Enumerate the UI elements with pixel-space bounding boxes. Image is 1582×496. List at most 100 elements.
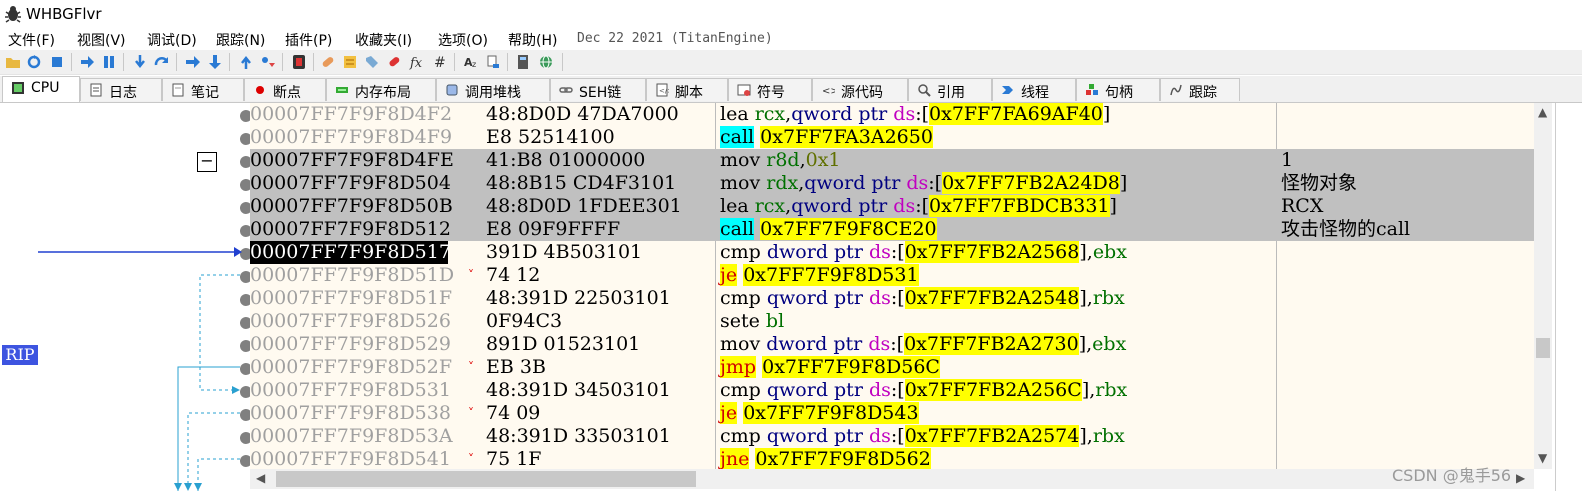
breakpoint-dot[interactable] [240, 455, 250, 467]
tab-handles[interactable]: 句柄 [1076, 78, 1160, 101]
menu-file[interactable]: 文件(F) [8, 30, 55, 50]
instruction-bytes: EB 3B [486, 356, 546, 378]
scroll-up-icon[interactable]: ▲ [1538, 105, 1547, 119]
menu-favorites[interactable]: 收藏夹(I) [355, 30, 412, 50]
tab-source[interactable]: <> 源代码 [812, 78, 908, 101]
disassembly-row[interactable]: 00007FF7F9F8D51D ˅ 74 12 je 0x7FF7F9F8D531 [250, 264, 1534, 287]
jump-indicator [468, 379, 486, 402]
disassembly-row[interactable]: 00007FF7F9F8D4F9 E8 52514100 call 0x7FF7FA… [250, 126, 1534, 149]
tab-trace[interactable]: 跟踪 [1160, 78, 1240, 101]
breakpoint-dot[interactable] [240, 248, 250, 260]
breakpoint-dot[interactable] [240, 110, 250, 122]
disassembly-row[interactable]: 00007FF7F9F8D50B 48:8D0D 1FDEE301 lea rcx,… [250, 195, 1534, 218]
instruction-text: call 0x7FF7F9F8CE20 [720, 218, 1275, 241]
hash-icon[interactable]: # [432, 54, 448, 70]
breakpoint-dot[interactable] [240, 386, 250, 398]
menu-help[interactable]: 帮助(H) [508, 30, 557, 50]
scroll-right-icon[interactable]: ▶ [1516, 471, 1525, 485]
disassembly-row[interactable]: 00007FF7F9F8D512 E8 09F9FFFF call 0x7FF7F9… [250, 218, 1534, 241]
breakpoint-dot[interactable] [240, 202, 250, 214]
scroll-thumb[interactable] [1536, 338, 1550, 358]
tab-notes[interactable]: 笔记 [162, 78, 244, 101]
disassembly-row[interactable]: 00007FF7F9F8D51F 48:391D 22503101 cmp qwor… [250, 287, 1534, 310]
disassembly-row[interactable]: 00007FF7F9F8D538 ˅ 74 09 je 0x7FF7F9F8D543 [250, 402, 1534, 425]
breakpoint-dot[interactable] [240, 133, 250, 145]
breakpoint-dot[interactable] [240, 363, 250, 375]
vertical-scrollbar[interactable]: ▲ ▼ [1534, 103, 1552, 469]
disassembly-row[interactable]: 00007FF7F9F8D531 48:391D 34503101 cmp qwor… [250, 379, 1534, 402]
tab-cpu[interactable]: CPU [2, 76, 80, 102]
tab-script[interactable]: </> 脚本 [646, 78, 728, 101]
labels-icon[interactable] [364, 54, 380, 70]
step-over-icon[interactable] [154, 54, 170, 70]
tab-symbols[interactable]: 符号 [728, 78, 812, 101]
restart-icon[interactable] [26, 54, 42, 70]
menu-trace[interactable]: 跟踪(N) [216, 30, 265, 50]
instruction-token: ], [1078, 333, 1093, 355]
breakpoint-dot[interactable] [240, 409, 250, 421]
globe-icon[interactable] [538, 54, 554, 70]
collapse-button[interactable]: − [197, 152, 217, 172]
handles-icon [1086, 84, 1098, 95]
bug-icon [5, 6, 21, 23]
disassembly-row[interactable]: 00007FF7F9F8D4F2 48:8D0D 47DA7000 lea rcx,… [250, 103, 1534, 126]
horizontal-scrollbar[interactable]: ◀ ▶ [250, 469, 1534, 489]
references-icon[interactable] [485, 54, 501, 70]
disassembly-row[interactable]: 00007FF7F9F8D526 0F94C3 sete bl [250, 310, 1534, 333]
jump-indicator [468, 103, 486, 126]
patches-icon[interactable] [320, 54, 336, 70]
open-icon[interactable] [5, 54, 21, 70]
comments-icon[interactable] [342, 54, 358, 70]
breakpoint-dot[interactable] [240, 340, 250, 352]
disassembly-row[interactable]: 00007FF7F9F8D529 891D 01523101 mov dword p… [250, 333, 1534, 356]
disassembly-row[interactable]: 00007FF7F9F8D53A 48:391D 33503101 cmp qwor… [250, 425, 1534, 448]
close-debuggee-icon[interactable] [49, 54, 65, 70]
execute-till-return-icon[interactable] [238, 54, 254, 70]
tab-memory-map[interactable]: 内存布局 [326, 78, 436, 101]
tab-threads[interactable]: 线程 [992, 78, 1076, 101]
tab-references[interactable]: 引用 [908, 78, 992, 101]
scroll-left-icon[interactable]: ◀ [256, 471, 265, 485]
breakpoint-dot[interactable] [240, 294, 250, 306]
instruction-address: 00007FF7F9F8D512 [250, 218, 451, 240]
instruction-token: 0x7FF7FB2A24D8 [942, 172, 1120, 194]
pause-icon[interactable] [101, 54, 117, 70]
breakpoint-dot[interactable] [240, 271, 250, 283]
strings-icon[interactable]: Az [463, 54, 479, 70]
disassembly-row[interactable]: 00007FF7F9F8D52F ˅ EB 3B jmp 0x7FF7F9F8D56C [250, 356, 1534, 379]
run-to-user-code-icon[interactable] [260, 54, 276, 70]
disassembly-row[interactable]: 00007FF7F9F8D541 ˅ 75 1F jne 0x7FF7F9F8D562 [250, 448, 1534, 469]
menu-plugins[interactable]: 插件(P) [285, 30, 332, 50]
breakpoint-dot[interactable] [240, 156, 250, 168]
disassembly-row[interactable]: 00007FF7F9F8D517 391D 4B503101 cmp dword p… [250, 241, 1534, 264]
breakpoint-dot[interactable] [240, 179, 250, 191]
disassembly-view[interactable]: 00007FF7F9F8D4F2 48:8D0D 47DA7000 lea rcx,… [250, 103, 1534, 469]
instruction-token: bl [765, 310, 785, 332]
scylla-icon[interactable] [291, 54, 307, 70]
tab-call-stack[interactable]: 调用堆栈 [436, 78, 550, 101]
calculator-icon[interactable] [515, 54, 531, 70]
trace-over-icon[interactable] [207, 54, 223, 70]
tab-log[interactable]: 日志 [80, 78, 162, 101]
bookmarks-icon[interactable] [386, 54, 402, 70]
instruction-token: :[ [915, 195, 930, 217]
rip-label: RIP [2, 345, 38, 365]
instruction-text: cmp qword ptr ds:[0x7FF7FB2A256C],rbx [720, 379, 1275, 402]
breakpoint-dot[interactable] [240, 317, 250, 329]
menu-view[interactable]: 视图(V) [77, 30, 126, 50]
trace-into-icon[interactable] [185, 54, 201, 70]
menu-options[interactable]: 选项(O) [438, 30, 488, 50]
functions-icon[interactable]: fx [408, 54, 424, 70]
instruction-address: 00007FF7F9F8D4F9 [250, 126, 453, 148]
menu-debug[interactable]: 调试(D) [147, 30, 197, 50]
run-icon[interactable] [79, 54, 95, 70]
tab-breakpoints[interactable]: 断点 [244, 78, 326, 101]
disassembly-row[interactable]: 00007FF7F9F8D504 48:8B15 CD4F3101 mov rdx,… [250, 172, 1534, 195]
breakpoint-dot[interactable] [240, 432, 250, 444]
step-into-icon[interactable] [132, 54, 148, 70]
scroll-down-icon[interactable]: ▼ [1538, 451, 1547, 465]
breakpoint-dot[interactable] [240, 225, 250, 237]
scroll-thumb[interactable] [276, 471, 696, 487]
tab-seh-chain[interactable]: SEH链 [550, 78, 646, 101]
disassembly-row[interactable]: 00007FF7F9F8D4FE 41:B8 01000000 mov r8d,0x… [250, 149, 1534, 172]
